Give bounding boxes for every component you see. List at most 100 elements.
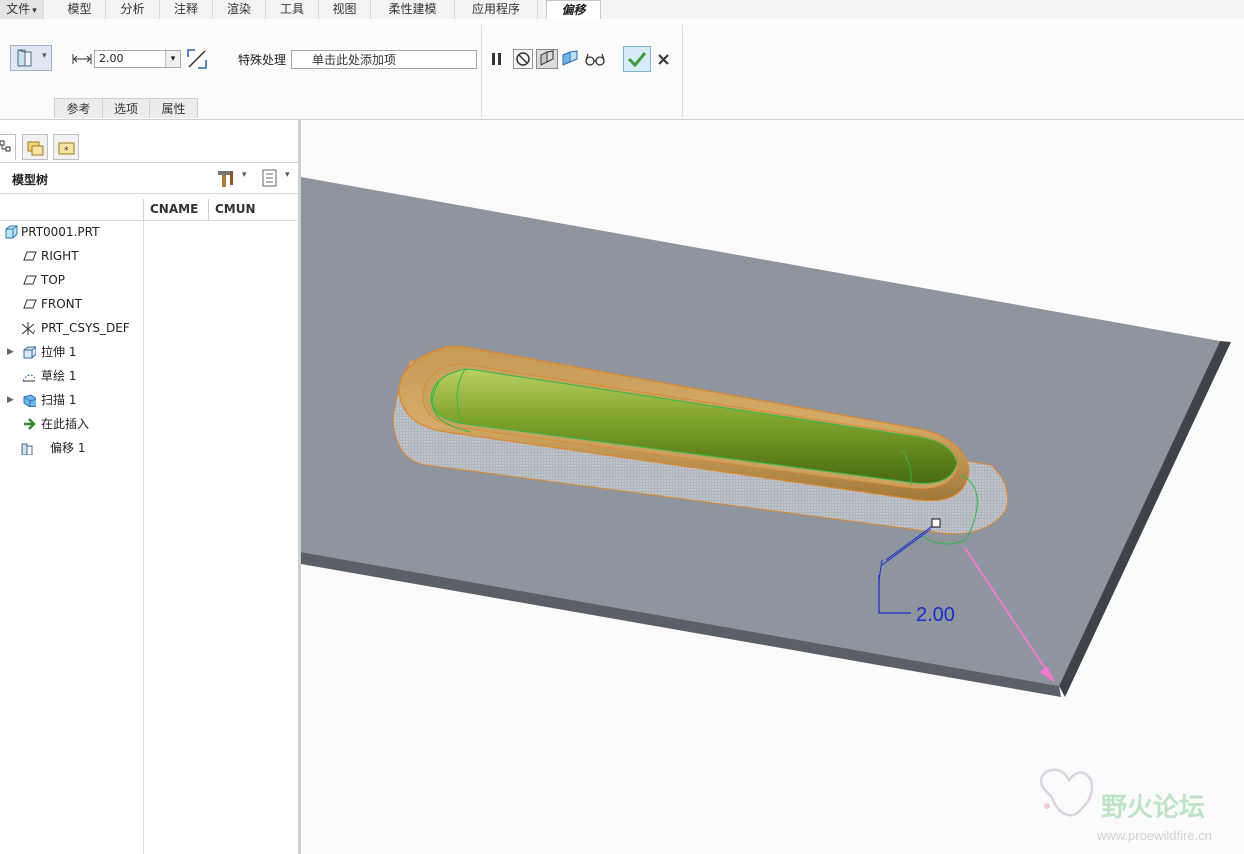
tab-favorites[interactable]: * (53, 134, 79, 160)
check-icon (627, 52, 647, 68)
tab-analysis[interactable]: 分析 (106, 0, 160, 19)
chevron-down-icon[interactable]: ▾ (242, 170, 247, 180)
show-settings-icon[interactable] (261, 168, 279, 188)
tab-model-tree[interactable] (0, 134, 16, 160)
separate-preview-icon[interactable] (536, 49, 558, 69)
datum-plane-icon (23, 251, 37, 261)
sweep-icon (23, 394, 36, 407)
svg-text:✳: ✳ (33, 442, 34, 452)
expand-arrow-icon[interactable]: ▶ (7, 341, 14, 363)
subtab-options[interactable]: 选项 (102, 98, 150, 118)
tree-item-right[interactable]: RIGHT (0, 245, 143, 267)
tree-item-label: 扫描 1 (41, 393, 77, 407)
navigator-panel: * 模型树 ▾ ▾ CNAME CMUN PRT0001.PRT RIGHT T… (0, 120, 301, 854)
tree-item-offset-1[interactable]: ✳ 偏移 1 (0, 437, 143, 459)
offset-type-icon (17, 49, 32, 67)
ribbon-separator (481, 25, 482, 117)
drag-handle[interactable] (931, 518, 941, 528)
model-tree-title: 模型树 (12, 173, 49, 187)
offset-type-button[interactable]: ▾ (10, 45, 52, 71)
expand-arrow-icon[interactable]: ▶ (7, 389, 14, 411)
subtab-options-label: 选项 (113, 102, 138, 116)
offset-distance-value: 2.00 (99, 52, 124, 65)
tab-view-label: 视图 (332, 2, 357, 16)
offset-dimension-label[interactable]: 2.00 (916, 604, 955, 626)
csys-icon: x (21, 322, 35, 335)
chevron-down-icon: ▾ (32, 6, 37, 16)
tree-item-prt-csys-def[interactable]: x PRT_CSYS_DEF (0, 317, 143, 339)
folder-browser-icon (27, 141, 44, 156)
tab-render-label: 渲染 (226, 2, 251, 16)
special-handling-label: 特殊处理 (238, 53, 287, 67)
extrude-icon (23, 346, 36, 359)
tree-item-front[interactable]: FRONT (0, 293, 143, 315)
tab-applications-label: 应用程序 (471, 2, 520, 16)
special-handling-placeholder: 单击此处添加项 (312, 53, 397, 67)
tab-view[interactable]: 视图 (319, 0, 371, 19)
chevron-down-icon[interactable]: ▾ (285, 170, 290, 180)
tree-item-sketch-1[interactable]: 草绘 1 (0, 365, 143, 387)
tree-item-prt0001[interactable]: PRT0001.PRT (0, 221, 143, 243)
distance-icon (72, 54, 92, 64)
tools-hammer-icon[interactable] (216, 168, 236, 188)
favorites-folder-icon: * (58, 142, 75, 156)
chevron-down-icon[interactable]: ▾ (165, 51, 180, 67)
tab-flexible-modeling-label: 柔性建模 (388, 2, 437, 16)
model-tree-icon (0, 140, 11, 152)
special-handling-collector[interactable]: 单击此处添加项 (291, 50, 477, 69)
offset-feature-icon: ✳ (21, 442, 34, 455)
verify-mode-icon[interactable] (560, 49, 580, 69)
tree-item-label: 偏移 1 (50, 441, 86, 455)
tree-item-extrude-1[interactable]: ▶ 拉伸 1 (0, 341, 143, 363)
pause-icon[interactable] (489, 50, 505, 68)
offset-distance-input[interactable]: 2.00 ▾ (94, 50, 181, 68)
column-divider (143, 221, 144, 854)
svg-text:*: * (64, 146, 69, 156)
subtab-properties[interactable]: 属性 (149, 98, 198, 118)
tree-item-label: TOP (41, 273, 66, 287)
graphics-viewport[interactable]: 2.00 野火论坛 www.proewildfire.cn (301, 120, 1244, 854)
tree-column-header: CNAME CMUN (0, 199, 297, 221)
subtab-references-label: 参考 (66, 102, 91, 116)
tab-offset-label: 偏移 (561, 3, 586, 17)
tab-folder-browser[interactable] (22, 134, 48, 160)
tab-model-label: 模型 (67, 2, 92, 16)
tab-analysis-label: 分析 (120, 2, 145, 16)
column-cname[interactable]: CNAME (150, 202, 198, 216)
tab-offset[interactable]: 偏移 (546, 0, 601, 20)
chevron-down-icon: ▾ (42, 51, 47, 61)
tree-item-label: 拉伸 1 (41, 345, 77, 359)
model-tree-header: 模型树 ▾ ▾ (0, 162, 298, 194)
menu-bar: 文件 ▾ 模型 分析 注释 渲染 工具 视图 柔性建模 应用程序 偏移 (0, 0, 1244, 20)
tab-render[interactable]: 渲染 (213, 0, 266, 19)
tree-item-sweep-1[interactable]: ▶ 扫描 1 (0, 389, 143, 411)
sketch-icon (22, 374, 35, 382)
datum-plane-icon (23, 275, 37, 285)
tab-tools-label: 工具 (279, 2, 304, 16)
flip-direction-icon[interactable] (186, 48, 208, 70)
subtab-references[interactable]: 参考 (54, 98, 103, 118)
tree-item-insert-here[interactable]: 在此插入 (0, 413, 143, 435)
tree-item-top[interactable]: TOP (0, 269, 143, 291)
tree-item-label: FRONT (41, 297, 82, 311)
tab-file[interactable]: 文件 ▾ (0, 0, 44, 19)
tab-file-label: 文件 (6, 2, 31, 16)
no-preview-icon[interactable] (513, 49, 533, 69)
insert-here-icon (24, 418, 36, 430)
watermark-url: www.proewildfire.cn (1096, 828, 1212, 843)
model-canvas: 2.00 野火论坛 www.proewildfire.cn (301, 177, 1231, 843)
tab-tools[interactable]: 工具 (266, 0, 319, 19)
tree-item-label: 在此插入 (41, 417, 90, 431)
subtab-properties-label: 属性 (161, 102, 186, 116)
close-icon[interactable] (656, 52, 672, 68)
svg-text:x: x (33, 328, 35, 335)
tab-applications[interactable]: 应用程序 (455, 0, 538, 19)
tab-annotate[interactable]: 注释 (160, 0, 213, 19)
column-cmun[interactable]: CMUN (215, 202, 256, 216)
tab-model[interactable]: 模型 (54, 0, 106, 19)
tree-item-label: RIGHT (41, 249, 79, 263)
tree-item-label: PRT_CSYS_DEF (41, 321, 130, 335)
glasses-preview-icon[interactable] (584, 50, 606, 68)
tab-flexible-modeling[interactable]: 柔性建模 (371, 0, 455, 19)
ok-button[interactable] (623, 46, 651, 72)
